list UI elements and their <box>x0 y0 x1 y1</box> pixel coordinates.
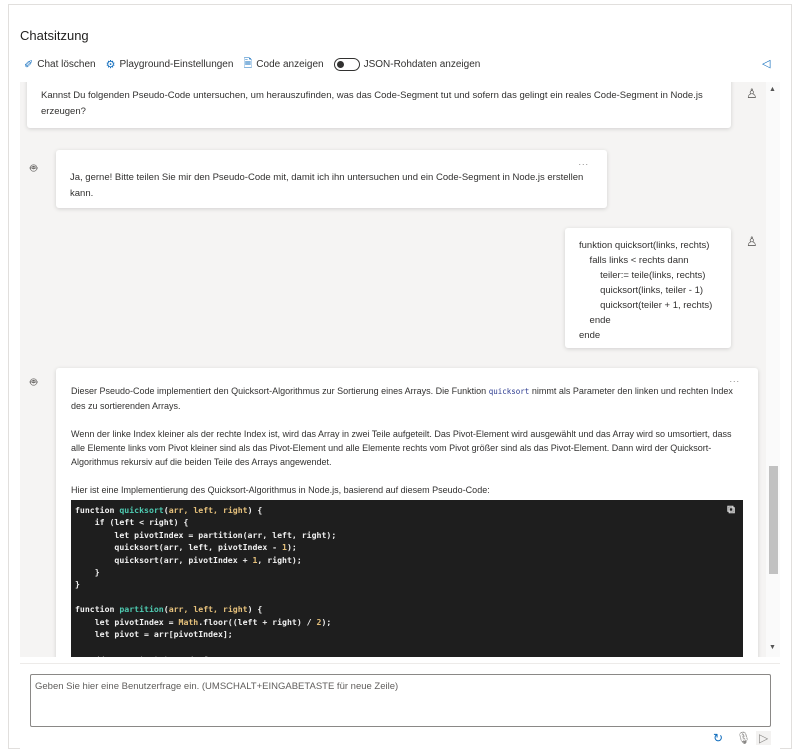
more-options-button[interactable]: ... <box>729 372 740 386</box>
toggle-switch[interactable] <box>333 57 360 71</box>
paragraph: Dieser Pseudo-Code implementiert den Qui… <box>71 384 743 413</box>
code-line: } <box>75 579 80 590</box>
code-line: if (left < right) { <box>75 517 189 528</box>
assistant-message: ... Dieser Pseudo-Code implementiert den… <box>56 368 758 657</box>
text: Dieser Pseudo-Code implementiert den Qui… <box>71 386 489 396</box>
message-text: funktion quicksort(links, rechts) falls … <box>579 240 713 341</box>
view-code-button[interactable]: 🗎 Code anzeigen <box>243 55 323 74</box>
scroll-down-icon[interactable]: ▼ <box>769 644 776 651</box>
message-text: Kannst Du folgenden Pseudo-Code untersuc… <box>41 90 703 117</box>
page-title: Chatsitzung <box>20 28 89 43</box>
code-line: function quicksort(arr, left, right) { <box>75 505 263 515</box>
copy-icon[interactable]: ⧉ <box>727 503 735 516</box>
user-avatar-icon: ♙ <box>746 86 758 101</box>
clear-chat-label: Chat löschen <box>37 58 96 70</box>
send-icon[interactable]: ▷ <box>756 731 772 745</box>
json-toggle[interactable]: JSON-Rohdaten anzeigen <box>333 57 481 71</box>
refresh-icon[interactable]: ↻ <box>713 731 723 745</box>
toolbar: ✐ Chat löschen ⚙ Playground-Einstellungen … <box>24 56 480 72</box>
view-code-label: Code anzeigen <box>256 58 324 70</box>
scrollbar-thumb[interactable] <box>769 466 778 574</box>
bot-icon: 🤖︎ <box>30 375 38 389</box>
settings-label: Playground-Einstellungen <box>119 58 234 70</box>
code-line: quicksort(arr, left, pivotIndex - 1); <box>75 542 297 553</box>
code-block: ⧉ function quicksort(arr, left, right) { … <box>71 500 743 657</box>
paragraph: Hier ist eine Implementierung des Quicks… <box>71 485 490 495</box>
speaker-icon[interactable]: ◁ <box>762 57 770 70</box>
message-text: Ja, gerne! Bitte teilen Sie mir den Pseu… <box>70 172 584 199</box>
code-line: let pivotIndex = Math.floor((left + righ… <box>75 616 332 627</box>
broom-icon: ✐ <box>24 58 34 71</box>
code-line: let pivot = arr[pivotIndex]; <box>75 629 233 640</box>
playground-settings-button[interactable]: ⚙ Playground-Einstellungen <box>106 58 234 71</box>
scroll-up-icon[interactable]: ▲ <box>769 86 776 93</box>
code-line: // move pivot to end of array <box>75 653 739 657</box>
more-options-button[interactable]: ... <box>578 154 589 170</box>
scrollbar[interactable]: ▲ ▼ <box>766 82 780 657</box>
paragraph: Wenn der linke Index kleiner als der rec… <box>71 429 732 467</box>
code-line: let pivotIndex = partition(arr, left, ri… <box>75 529 337 540</box>
code-line: } <box>75 567 100 578</box>
bot-icon: 🤖︎ <box>30 161 38 175</box>
microphone-icon[interactable]: 🎙︎ <box>736 731 751 745</box>
user-message: funktion quicksort(links, rechts) falls … <box>565 228 731 348</box>
input-area: ↻ 🎙︎ ▷ <box>20 663 780 749</box>
inline-code: quicksort <box>488 387 530 396</box>
code-lines: function quicksort(arr, left, right) { i… <box>75 504 739 657</box>
chat-messages: Kannst Du folgenden Pseudo-Code untersuc… <box>20 82 766 657</box>
gear-icon: ⚙ <box>105 58 116 71</box>
assistant-message: ... Ja, gerne! Bitte teilen Sie mir den … <box>56 150 607 208</box>
code-line: quicksort(arr, pivotIndex + 1, right); <box>75 554 302 565</box>
user-query-input[interactable] <box>30 674 771 727</box>
user-avatar-icon: ♙ <box>746 234 758 249</box>
code-file-icon: 🗎 <box>243 57 253 70</box>
user-message: Kannst Du folgenden Pseudo-Code untersuc… <box>27 82 731 128</box>
clear-chat-button[interactable]: ✐ Chat löschen <box>24 58 96 71</box>
code-line: function partition(arr, left, right) { <box>75 604 263 615</box>
json-toggle-label: JSON-Rohdaten anzeigen <box>363 58 481 70</box>
